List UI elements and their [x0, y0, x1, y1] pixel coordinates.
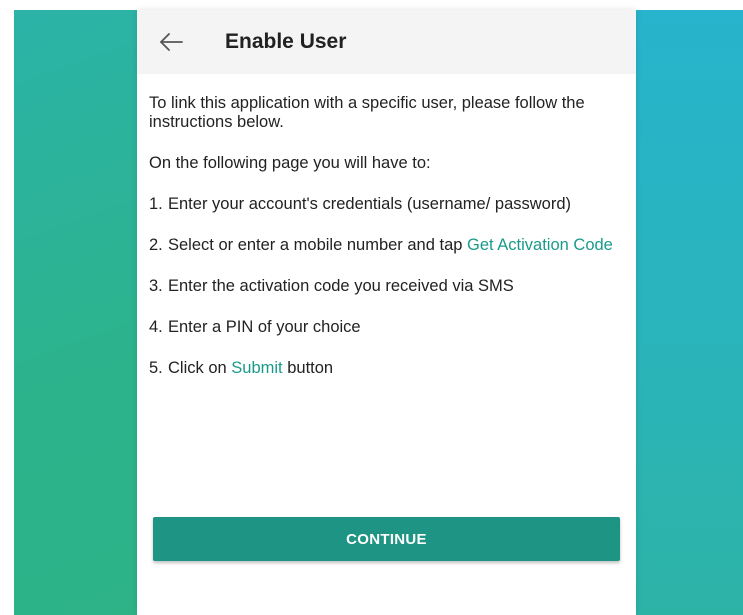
step-text: Click on Submit button [168, 359, 619, 378]
lead-text: On the following page you will have to: [149, 154, 431, 172]
list-item: 3. Enter the activation code you receive… [149, 277, 619, 296]
intro-text: To link this application with a specific… [149, 94, 585, 131]
step-text: Enter your account's credentials (userna… [168, 195, 572, 213]
step-number: 2. [149, 236, 163, 254]
list-item: 5. Click on Submit button [149, 359, 619, 378]
step-number: 3. [149, 277, 163, 295]
step-text-before: Select or enter a mobile number and tap [168, 236, 468, 254]
list-item: 4. Enter a PIN of your choice [149, 318, 619, 337]
background-gradient-right [636, 10, 743, 615]
enable-user-screen: Enable User To link this application wit… [137, 10, 636, 615]
arrow-left-icon[interactable] [157, 28, 185, 56]
get-activation-code-link[interactable]: Get Activation Code [467, 236, 613, 254]
step-number: 4. [149, 318, 163, 336]
list-item: 2. Select or enter a mobile number and t… [149, 236, 619, 255]
submit-link[interactable]: Submit [231, 359, 282, 377]
step-text: Enter a PIN of your choice [168, 318, 361, 336]
list-item: 1. Enter your account's credentials (use… [149, 195, 619, 214]
app-bar: Enable User [137, 10, 636, 74]
step-text-after: button [282, 359, 334, 377]
continue-button[interactable]: CONTINUE [153, 517, 620, 561]
step-number: 1. [149, 195, 163, 213]
step-text: Select or enter a mobile number and tap … [168, 236, 619, 255]
step-text-before: Click on [168, 359, 232, 377]
page-title: Enable User [225, 30, 347, 53]
step-number: 5. [149, 359, 163, 377]
instructions-content: To link this application with a specific… [149, 94, 619, 400]
steps-list: 1. Enter your account's credentials (use… [149, 195, 619, 378]
step-text: Enter the activation code you received v… [168, 277, 514, 295]
